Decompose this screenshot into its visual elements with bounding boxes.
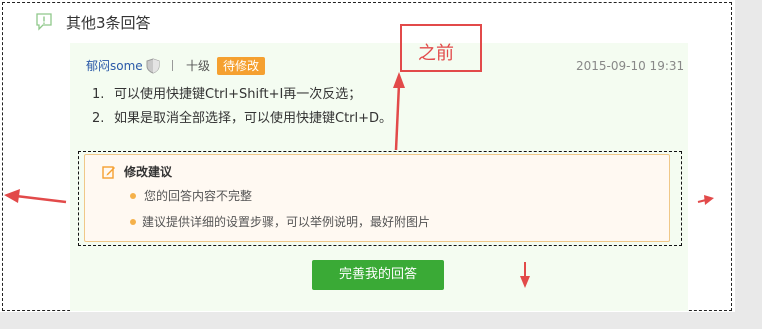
arrow-up-icon — [393, 72, 405, 151]
annotation-arrows — [4, 72, 714, 288]
arrow-left-icon — [4, 189, 67, 204]
arrow-down-icon — [520, 262, 530, 288]
arrow-right-icon — [697, 195, 714, 205]
